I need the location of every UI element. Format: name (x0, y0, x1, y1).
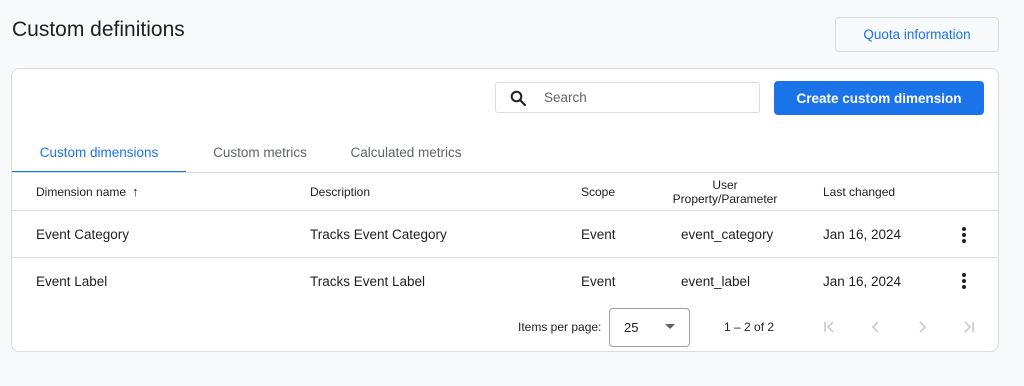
search-input[interactable] (544, 90, 744, 105)
first-page-icon (824, 321, 834, 333)
more-vert-icon (962, 273, 966, 289)
table-row[interactable]: Event Category Tracks Event Category Eve… (12, 212, 998, 258)
dropdown-arrow-icon (665, 324, 675, 329)
pagination-range: 1 – 2 of 2 (724, 320, 775, 334)
custom-definitions-card: Create custom dimension Custom dimension… (11, 68, 999, 352)
table-row[interactable]: Event Label Tracks Event Label Event eve… (12, 258, 998, 304)
column-header-dimension-name[interactable]: Dimension name ↑ (36, 173, 139, 210)
items-per-page-value: 25 (624, 319, 639, 335)
dimension-scope: Event (581, 273, 616, 289)
search-box[interactable] (495, 82, 760, 113)
create-custom-dimension-button[interactable]: Create custom dimension (774, 81, 984, 115)
dimension-parameter: event_category (681, 227, 774, 242)
row-menu-button[interactable] (954, 212, 974, 257)
sort-ascending-icon: ↑ (132, 184, 139, 199)
definition-tabs: Custom dimensions Custom metrics Calcula… (12, 131, 478, 173)
tab-custom-metrics[interactable]: Custom metrics (186, 131, 334, 173)
previous-page-button[interactable] (868, 307, 884, 347)
more-vert-icon (962, 226, 966, 243)
dimension-description: Tracks Event Label (310, 273, 426, 289)
row-menu-button[interactable] (954, 258, 974, 304)
chevron-right-icon (919, 321, 927, 333)
dimension-scope: Event (581, 227, 616, 242)
chevron-left-icon (871, 321, 879, 333)
dimension-name: Event Label (36, 273, 108, 289)
dimension-description: Tracks Event Category (310, 227, 447, 242)
last-page-icon (964, 321, 974, 333)
dimension-name: Event Category (36, 227, 130, 242)
column-header-last-changed: Last changed (823, 184, 896, 199)
items-per-page-label: Items per page: (518, 320, 602, 334)
quota-information-button[interactable]: Quota information (835, 17, 999, 52)
column-header-description: Description (310, 184, 371, 199)
column-header-user-property-parameter: User Property/Parameter (672, 177, 778, 206)
last-page-button[interactable] (960, 307, 976, 347)
search-icon (510, 90, 526, 106)
dimension-last-changed: Jan 16, 2024 (823, 273, 902, 289)
table-header: Dimension name ↑ Description Scope User … (12, 173, 998, 211)
page-title: Custom definitions (12, 18, 185, 41)
pagination: Items per page: 25 1 – 2 of 2 (12, 307, 998, 347)
tab-calculated-metrics[interactable]: Calculated metrics (334, 131, 478, 173)
next-page-button[interactable] (914, 307, 930, 347)
dimension-last-changed: Jan 16, 2024 (823, 227, 902, 242)
first-page-button[interactable] (822, 307, 838, 347)
items-per-page-select[interactable]: 25 (609, 307, 690, 347)
column-header-scope: Scope (581, 184, 616, 199)
dimension-parameter: event_label (681, 273, 751, 289)
tab-custom-dimensions[interactable]: Custom dimensions (12, 131, 186, 173)
